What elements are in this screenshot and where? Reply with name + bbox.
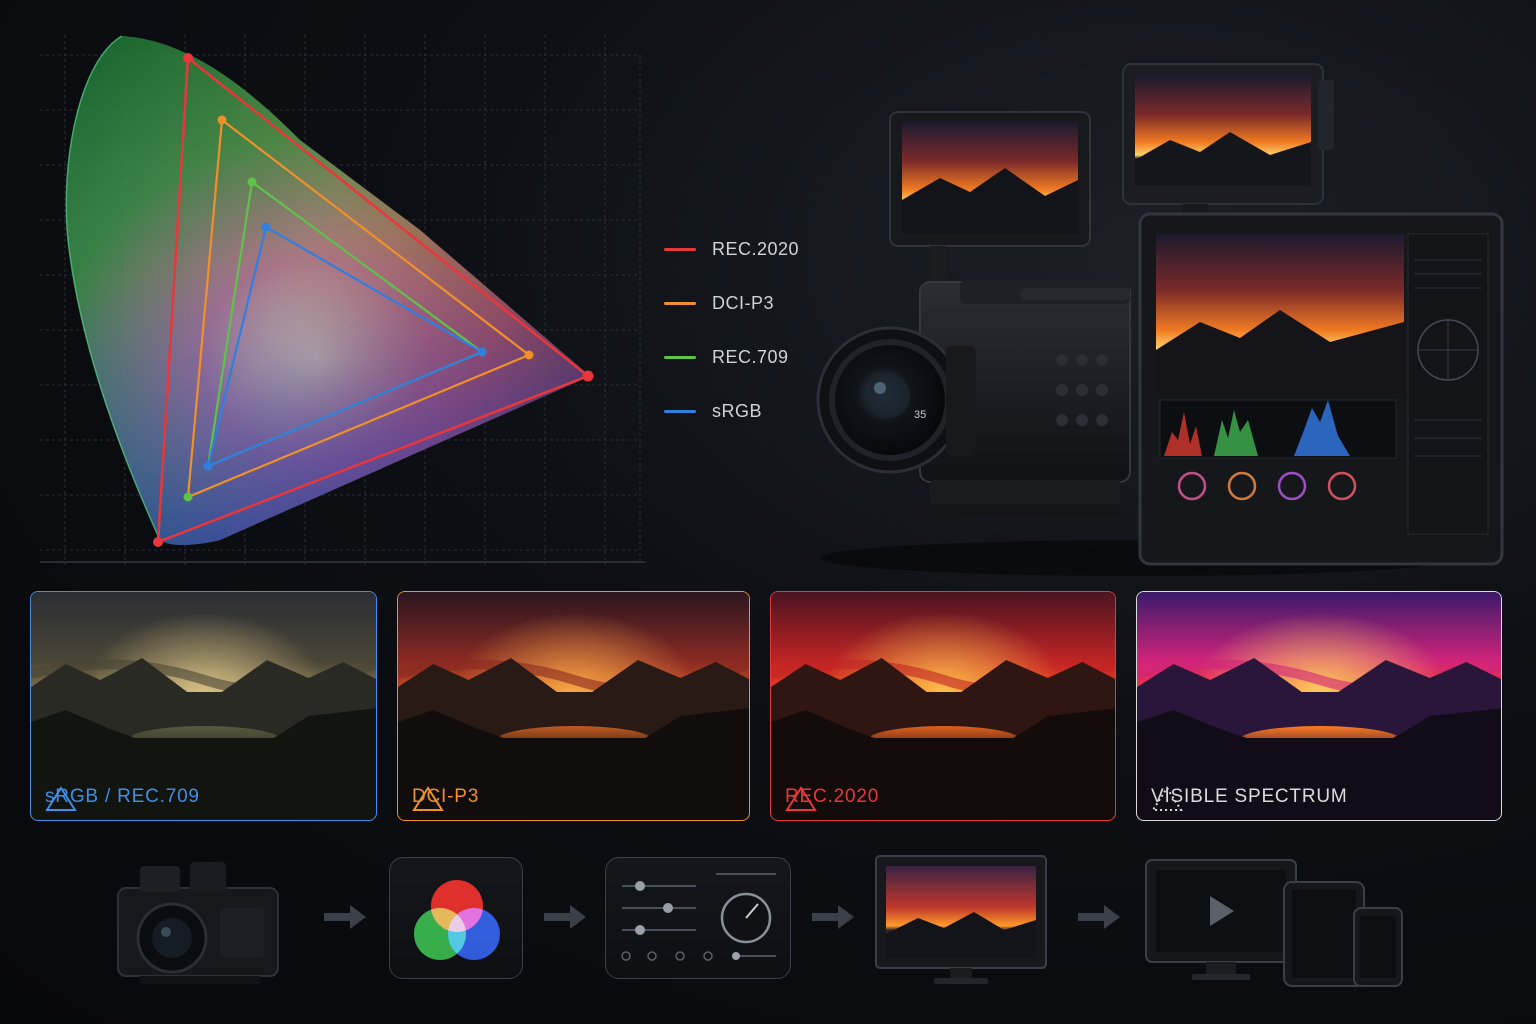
- legend-label: DCI-P3: [712, 292, 775, 313]
- lens-marking: 35: [914, 409, 926, 421]
- arrow-right-icon: [812, 905, 854, 929]
- legend-label: REC.709: [712, 346, 789, 367]
- triangle-icon: [785, 786, 817, 811]
- top-monitor: [1122, 63, 1334, 230]
- legend-swatch: [664, 355, 696, 359]
- grading-monitor: [1138, 212, 1504, 566]
- grading-controls-card: [605, 857, 791, 979]
- legend-swatch: [664, 409, 696, 413]
- legend-label: REC.2020: [712, 238, 800, 259]
- triangle-icon: [412, 786, 444, 811]
- gamut-panel-1: DCI-P3: [397, 591, 750, 821]
- workflow-row: [0, 850, 1536, 1000]
- triangle-icon: [1151, 786, 1183, 811]
- gamut-panel-caption: REC.2020: [785, 786, 879, 811]
- camera-lens: 35: [816, 326, 976, 474]
- camera-monitor: [889, 111, 1091, 282]
- spectral-locus-fill: [66, 36, 590, 545]
- legend-label: sRGB: [712, 400, 763, 421]
- multi-device-delivery-icon: [1145, 859, 1403, 987]
- gamut-panel-0: sRGB / REC.709: [30, 591, 377, 821]
- legend-swatch: [664, 301, 696, 305]
- legend-swatch: [664, 247, 696, 251]
- cinema-camera-icon: [117, 862, 279, 984]
- rgb-color-mixing-icon: [414, 880, 500, 960]
- arrow-right-icon: [324, 905, 366, 929]
- arrow-right-icon: [1078, 905, 1120, 929]
- gamut-panel-caption: VISIBLE SPECTRUM: [1151, 786, 1348, 811]
- rgb-color-mixing-card: [389, 857, 523, 979]
- gamut-panel-3: VISIBLE SPECTRUM: [1136, 591, 1502, 821]
- grading-sliders-icon: [621, 873, 776, 961]
- gamut-panel-2: REC.2020: [770, 591, 1116, 821]
- chromaticity-diagram: [40, 35, 645, 565]
- gamut-panel-caption: sRGB / REC.709: [45, 786, 200, 811]
- reference-monitor-icon: [875, 855, 1047, 984]
- camera-rig-illustration: 35: [816, 63, 1504, 576]
- gamut-panel-caption: DCI-P3: [412, 786, 479, 811]
- arrow-right-icon: [544, 905, 586, 929]
- triangle-icon: [45, 786, 77, 811]
